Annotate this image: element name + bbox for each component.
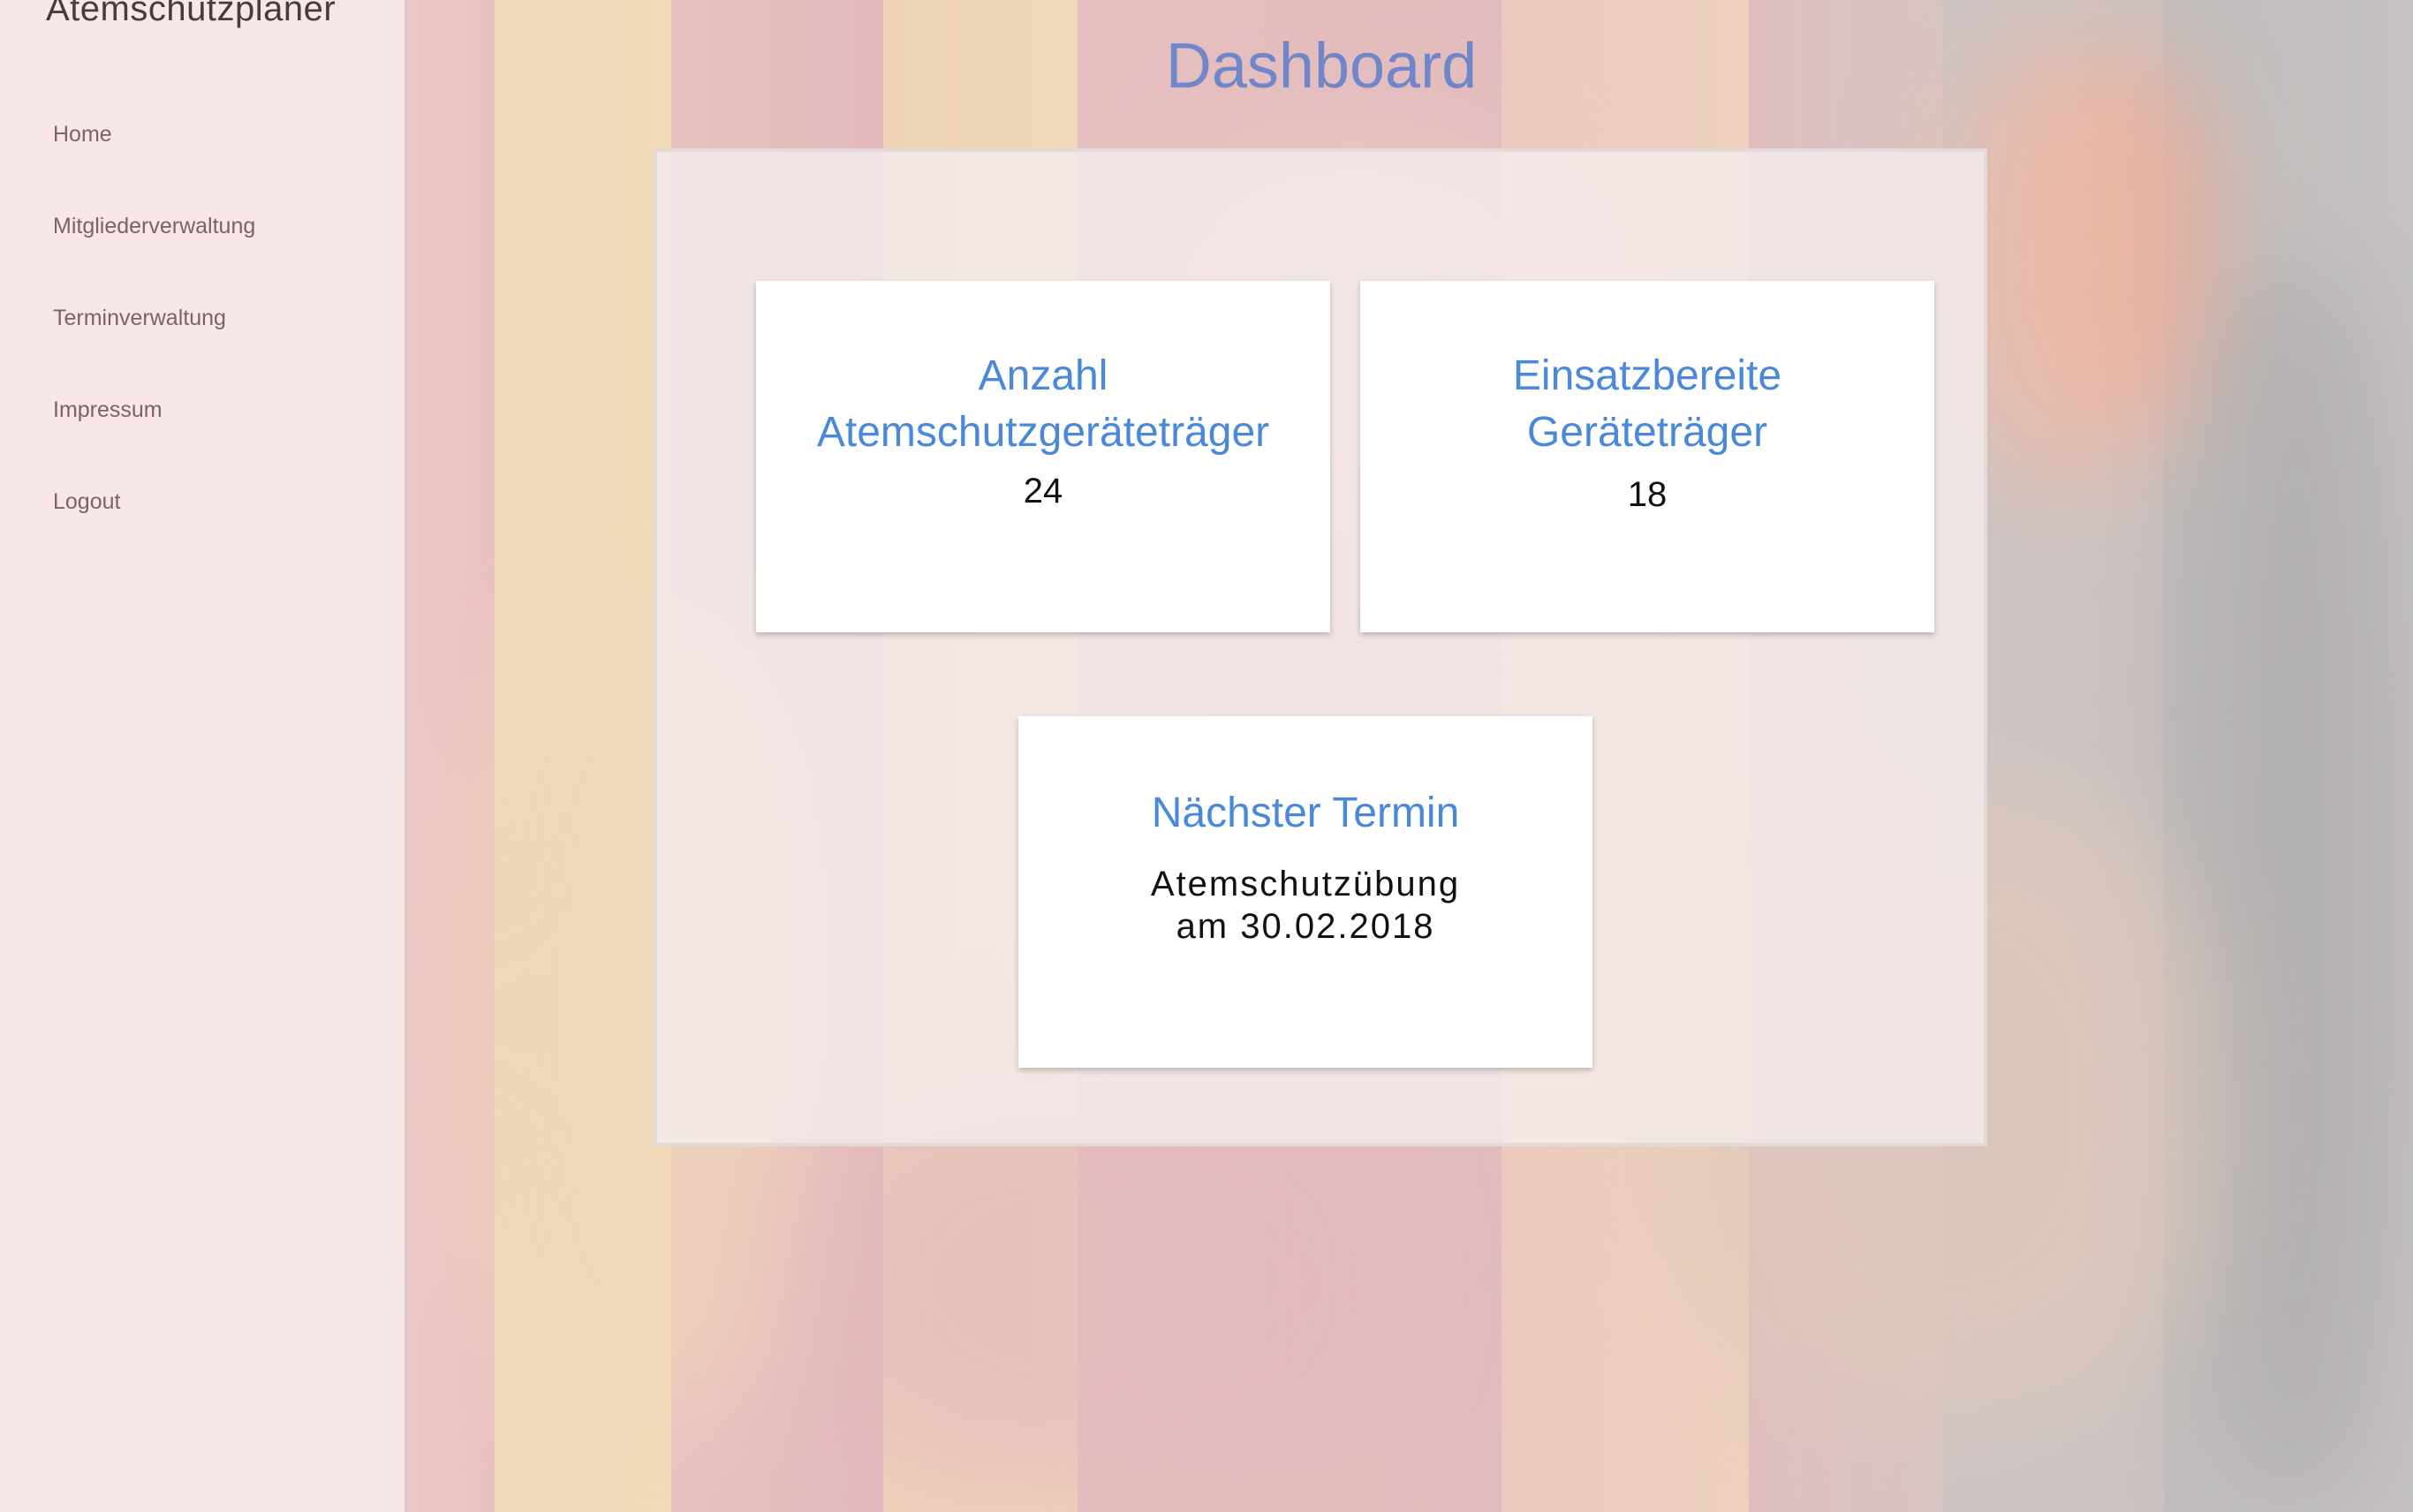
card-value-line2: am 30.02.2018 [1176, 907, 1435, 946]
card-title-line2: Atemschutzgeräteträger [816, 409, 1270, 456]
card-title-line1: Einsatzbereite [1512, 352, 1782, 399]
sidebar-nav: Home Mitgliederverwaltung Terminverwaltu… [53, 115, 255, 574]
page-title: Dashboard [1165, 31, 1478, 102]
card-title-line1: Anzahl [978, 352, 1108, 399]
card-title: Anzahl Atemschutzgeräteträger [756, 348, 1330, 461]
card-title: Einsatzbereite Geräteträger [1360, 348, 1934, 461]
sidebar: Atemschutzplaner Home Mitgliederverwaltu… [0, 0, 408, 1512]
card-naechster-termin: Nächster Termin Atemschutzübung am 30.02… [1018, 716, 1592, 1068]
card-value: 24 [1023, 472, 1063, 510]
sidebar-item-home[interactable]: Home [53, 115, 255, 207]
app-brand[interactable]: Atemschutzplaner [46, 0, 336, 29]
card-title: Nächster Termin [1151, 790, 1460, 836]
sidebar-item-logout[interactable]: Logout [53, 482, 255, 574]
card-value: Atemschutzübung am 30.02.2018 [1018, 863, 1592, 948]
card-title-line2: Geräteträger [1526, 409, 1768, 456]
card-anzahl-geraetetraeger: Anzahl Atemschutzgeräteträger 24 [756, 281, 1330, 632]
card-einsatzbereite-geraetetraeger: Einsatzbereite Geräteträger 18 [1360, 281, 1934, 632]
card-value-line1: Atemschutzübung [1150, 865, 1461, 903]
sidebar-item-impressum[interactable]: Impressum [53, 390, 255, 482]
card-value: 18 [1627, 475, 1668, 514]
sidebar-item-mitgliederverwaltung[interactable]: Mitgliederverwaltung [53, 207, 255, 299]
sidebar-item-terminverwaltung[interactable]: Terminverwaltung [53, 299, 255, 390]
